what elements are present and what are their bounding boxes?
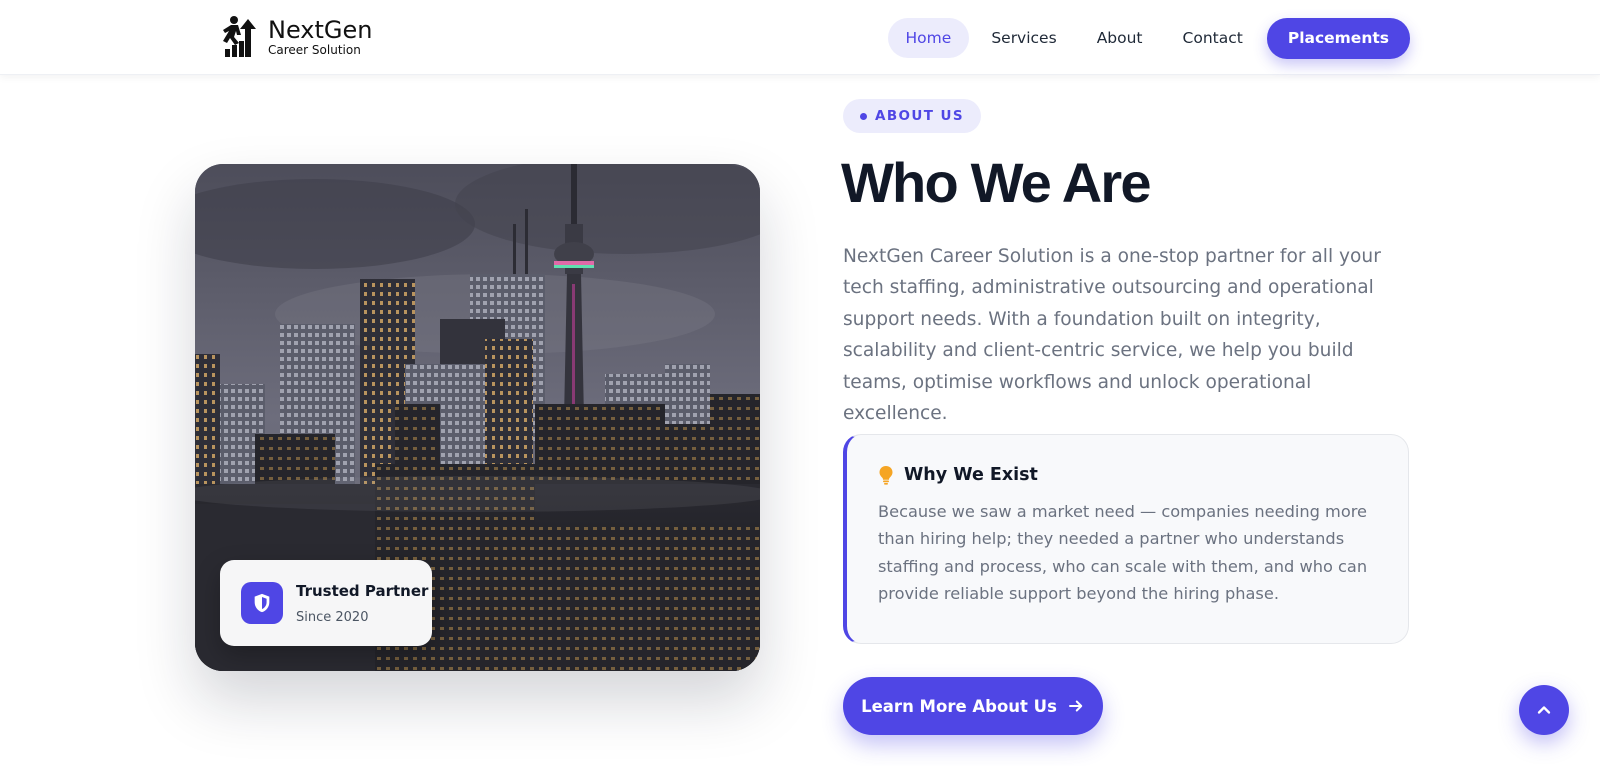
city-skyline-image: Trusted Partner Since 2020 xyxy=(195,164,760,671)
nav-contact[interactable]: Contact xyxy=(1165,18,1261,58)
placements-button[interactable]: Placements xyxy=(1266,17,1410,59)
badge-title: Trusted Partner xyxy=(296,581,429,600)
logo-tagline: Career Solution xyxy=(268,43,361,57)
arrow-right-icon xyxy=(1068,700,1083,712)
learn-more-button[interactable]: Learn More About Us xyxy=(843,677,1103,735)
learn-more-label: Learn More About Us xyxy=(861,696,1057,716)
why-we-exist-card: Why We Exist Because we saw a market nee… xyxy=(843,434,1409,644)
nav-about[interactable]: About xyxy=(1079,18,1161,58)
main-nav: Home Services About Contact Placements xyxy=(884,17,1410,59)
why-body: Because we saw a market need — companies… xyxy=(878,502,1368,603)
logo-icon xyxy=(223,16,256,57)
lightbulb-icon xyxy=(879,466,893,485)
badge-subtitle: Since 2020 xyxy=(296,609,369,625)
section-title: Who We Are xyxy=(841,151,1151,214)
why-title: Why We Exist xyxy=(904,465,1038,485)
site-header: NextGen Career Solution Home Services Ab… xyxy=(0,0,1600,75)
eyebrow-label: ABOUT US xyxy=(875,108,964,124)
nav-home[interactable]: Home xyxy=(887,18,970,58)
logo-name: NextGen xyxy=(268,16,373,44)
trusted-partner-badge: Trusted Partner Since 2020 xyxy=(220,560,432,646)
about-description: NextGen Career Solution is a one-stop pa… xyxy=(843,246,1381,425)
pill-dot xyxy=(860,112,867,120)
about-us-pill: ABOUT US xyxy=(843,99,981,133)
chevron-up-icon xyxy=(1537,706,1551,714)
scroll-to-top-button[interactable] xyxy=(1519,685,1569,735)
nav-services[interactable]: Services xyxy=(973,18,1074,58)
shield-icon xyxy=(241,582,283,624)
logo[interactable]: NextGen Career Solution xyxy=(222,15,372,59)
